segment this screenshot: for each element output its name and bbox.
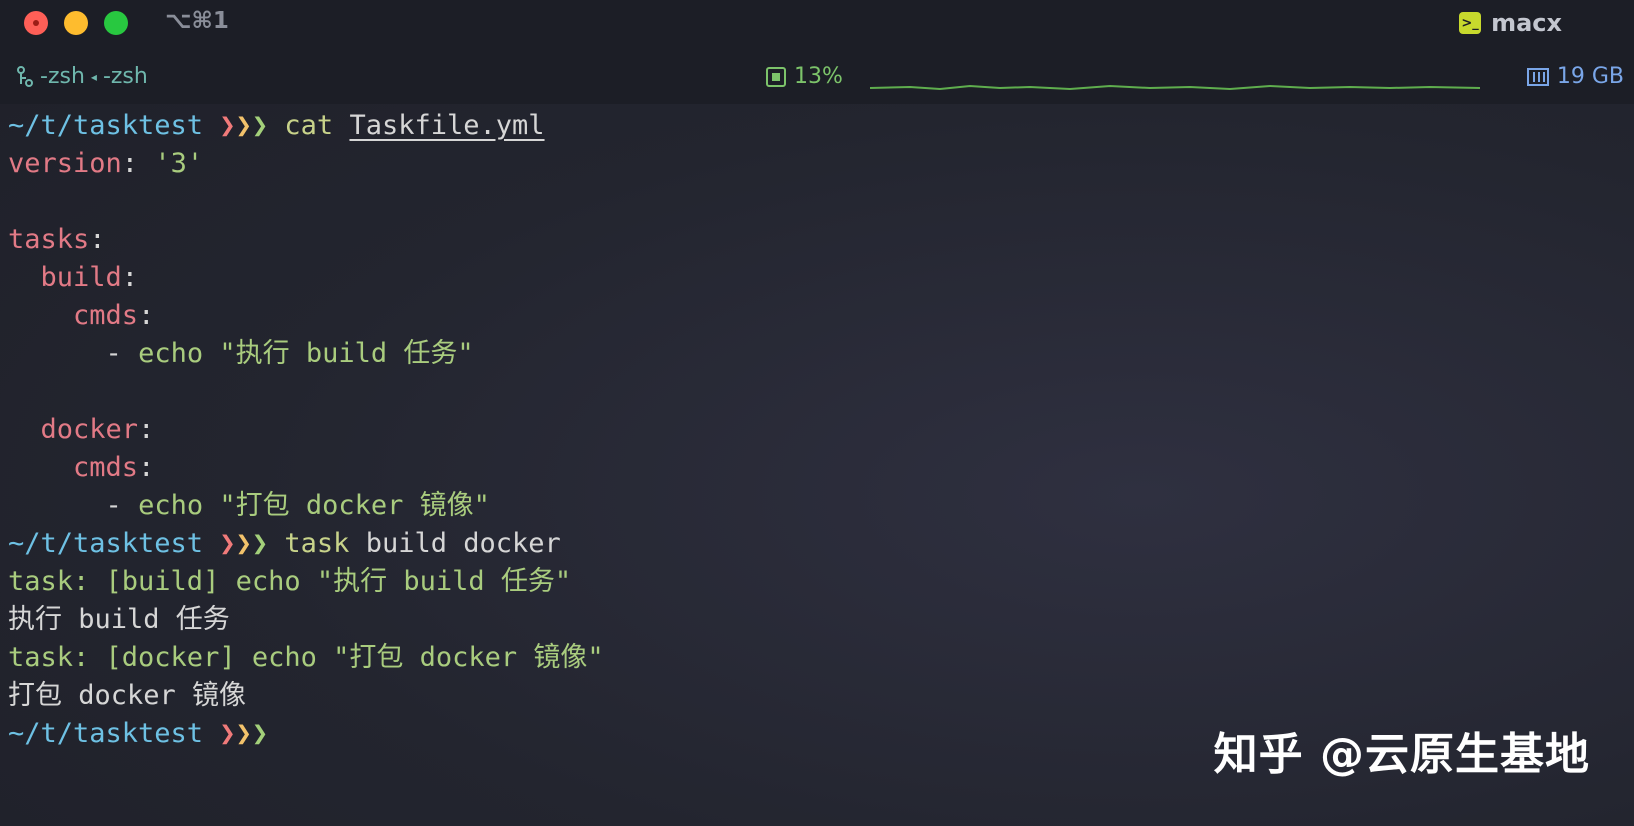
yaml-colon: : xyxy=(121,148,155,179)
command: task xyxy=(284,528,350,559)
output-line: 打包 docker 镜像 xyxy=(8,677,1608,715)
window-shortcut: ⌥⌘1 xyxy=(165,8,229,34)
title-bar: ⌥⌘1 >_ macx xyxy=(0,0,1634,48)
task-output: 打包 docker 镜像 xyxy=(8,680,247,711)
status-bar: -zsh ◂ -zsh 13% 19 GB xyxy=(0,48,1634,104)
memory-value: 19 GB xyxy=(1556,64,1624,89)
yaml-line: cmds: xyxy=(73,452,155,483)
task-log: task: [docker] echo "打包 docker 镜像" xyxy=(8,642,604,673)
close-button[interactable] xyxy=(24,11,48,35)
tab-list: -zsh ◂ -zsh xyxy=(16,64,148,89)
minimize-button[interactable] xyxy=(64,11,88,35)
terminal-output[interactable]: ~/t/tasktest ❯❯❯ cat Taskfile.yml versio… xyxy=(8,107,1608,753)
prompt-arrow: ❯ xyxy=(219,110,236,141)
command-arg: Taskfile.yml xyxy=(349,110,545,141)
prompt-arrow: ❯ xyxy=(235,110,252,141)
yaml-key: cmds xyxy=(73,300,139,331)
prompt-path: ~/t/tasktest xyxy=(8,528,204,559)
prompt-arrow: ❯ xyxy=(219,528,236,559)
yaml-key: cmds xyxy=(73,452,139,483)
command-args: build docker xyxy=(365,528,561,559)
yaml-key: tasks xyxy=(8,224,90,255)
tab-zsh-1[interactable]: -zsh xyxy=(40,64,85,89)
zoom-button[interactable] xyxy=(104,11,128,35)
output-line: task: [docker] echo "打包 docker 镜像" xyxy=(8,639,1608,677)
prompt-arrow: ❯ xyxy=(235,528,252,559)
yaml-key: docker xyxy=(40,414,139,445)
prompt-arrow: ❯ xyxy=(251,110,269,141)
session-title: >_ macx xyxy=(1459,9,1562,37)
prompt-arrow: ❯ xyxy=(251,528,269,559)
yaml-line: build: xyxy=(40,262,139,293)
yaml-value: echo "执行 build 任务" xyxy=(138,338,474,369)
prompt-arrow: ❯ xyxy=(251,718,269,749)
memory-icon xyxy=(1526,67,1549,86)
yaml-line: version: '3' xyxy=(8,145,1608,183)
yaml-line: docker: xyxy=(40,414,155,445)
cpu-indicator: 13% xyxy=(766,64,843,89)
terminal-icon: >_ xyxy=(1459,12,1482,34)
prompt-line: ~/t/tasktest ❯❯❯ task build docker xyxy=(8,525,1608,563)
session-name: macx xyxy=(1491,9,1562,37)
yaml-value: '3' xyxy=(154,148,204,179)
tab-zsh-2[interactable]: -zsh xyxy=(103,64,148,89)
prompt-path: ~/t/tasktest xyxy=(8,110,204,141)
yaml-line: cmds: xyxy=(73,300,155,331)
watermark: 知乎 @云原生基地 xyxy=(1213,729,1590,780)
prompt-arrow: ❯ xyxy=(235,718,252,749)
command: cat xyxy=(284,110,334,141)
yaml-value: echo "打包 docker 镜像" xyxy=(138,490,490,521)
tab-separator-icon: ◂ xyxy=(90,69,97,84)
prompt-arrow: ❯ xyxy=(219,718,236,749)
task-log: task: [build] echo "执行 build 任务" xyxy=(8,566,572,597)
branch-icon xyxy=(17,65,33,87)
yaml-key: build xyxy=(40,262,122,293)
cpu-value: 13% xyxy=(794,64,843,89)
prompt-path: ~/t/tasktest xyxy=(8,718,204,749)
prompt-line: ~/t/tasktest ❯❯❯ cat Taskfile.yml xyxy=(8,107,1608,145)
cpu-chip-icon xyxy=(766,66,786,87)
yaml-key: version xyxy=(8,148,122,179)
task-output: 执行 build 任务 xyxy=(8,604,230,635)
yaml-line: - echo "执行 build 任务" xyxy=(105,338,474,369)
output-line: task: [build] echo "执行 build 任务" xyxy=(8,563,1608,601)
memory-indicator: 19 GB xyxy=(1526,64,1624,89)
output-line: 执行 build 任务 xyxy=(8,601,1608,639)
yaml-line: tasks: xyxy=(8,224,106,255)
cpu-sparkline xyxy=(870,84,1480,91)
yaml-line: - echo "打包 docker 镜像" xyxy=(105,490,490,521)
